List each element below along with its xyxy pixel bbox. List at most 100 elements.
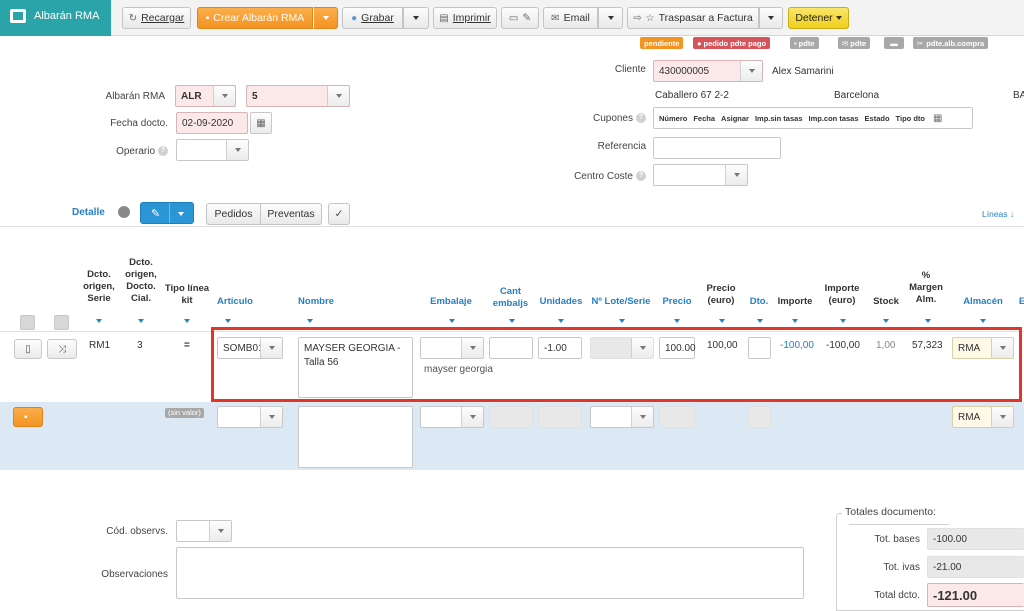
table-icon[interactable]: ▦ bbox=[933, 113, 942, 124]
help-icon[interactable]: ? bbox=[158, 146, 168, 157]
header-lote[interactable]: Nº Lote/Serie bbox=[588, 296, 654, 308]
app-tab[interactable]: Albarán RMA bbox=[0, 0, 111, 36]
sort-arrow-icon[interactable] bbox=[96, 319, 102, 323]
header-margen[interactable]: % Margen Alm. bbox=[905, 270, 947, 306]
confirm-button[interactable]: ✓ bbox=[328, 203, 350, 225]
articulo-dropdown[interactable] bbox=[260, 407, 282, 427]
calendar-button[interactable]: ▦ bbox=[250, 112, 272, 134]
select-all-checkbox[interactable] bbox=[20, 315, 35, 330]
operario-dropdown[interactable] bbox=[226, 140, 248, 160]
almacen-dropdown[interactable] bbox=[991, 407, 1013, 427]
centro-coste-select[interactable] bbox=[653, 164, 748, 186]
new-lote-select[interactable] bbox=[590, 406, 654, 428]
header-articulo[interactable]: Artículo bbox=[213, 296, 257, 308]
lote-dropdown[interactable] bbox=[631, 407, 653, 427]
header-embalaje[interactable]: Embalaje bbox=[425, 296, 477, 308]
mail-icon: ✉ bbox=[842, 38, 849, 48]
header-cant-embalajes[interactable]: Cant embaljs bbox=[488, 286, 533, 310]
email-dropdown-button[interactable] bbox=[598, 7, 623, 29]
edit-button-group[interactable]: ✎ bbox=[140, 202, 194, 224]
email-label: Email bbox=[563, 12, 590, 24]
new-embalaje-select[interactable] bbox=[420, 406, 484, 428]
fecha-input[interactable]: 02-09-2020 bbox=[176, 112, 248, 134]
header-importe-euro[interactable]: Importe (euro) bbox=[820, 283, 864, 307]
row-transfer-button[interactable]: ⤨ bbox=[47, 339, 77, 359]
sort-arrow-icon[interactable] bbox=[184, 319, 190, 323]
header-tipo-linea[interactable]: Tipo línea kit bbox=[163, 283, 211, 307]
save-dropdown-button[interactable] bbox=[403, 7, 429, 29]
cupones-table[interactable]: Número Fecha Asignar Imp.sin tasas Imp.c… bbox=[653, 107, 973, 129]
chevron-down-icon[interactable] bbox=[178, 212, 184, 216]
new-articulo-select[interactable] bbox=[217, 406, 283, 428]
sort-arrow-icon[interactable] bbox=[509, 319, 515, 323]
print-button[interactable]: ▤ Imprimir bbox=[433, 7, 497, 29]
create-dropdown-button[interactable] bbox=[313, 7, 338, 29]
transfer-invoice-button[interactable]: ⇨ ☆ Traspasar a Factura bbox=[627, 7, 759, 29]
row-document-button[interactable]: ▯ bbox=[14, 339, 42, 359]
cliente-select[interactable]: 430000005 bbox=[653, 60, 763, 82]
sort-arrow-icon[interactable] bbox=[619, 319, 625, 323]
transfer-dropdown-button[interactable] bbox=[759, 7, 783, 29]
serie-dropdown[interactable] bbox=[213, 86, 235, 106]
pedidos-button[interactable]: Pedidos bbox=[206, 203, 261, 225]
header-stock[interactable]: Stock bbox=[869, 296, 903, 308]
sort-arrow-icon[interactable] bbox=[792, 319, 798, 323]
referencia-input[interactable] bbox=[653, 137, 781, 159]
header-dcto-serie[interactable]: Dcto. origen, Serie bbox=[82, 269, 116, 305]
select-all-checkbox-2[interactable] bbox=[54, 315, 69, 330]
sort-arrow-icon[interactable] bbox=[925, 319, 931, 323]
cliente-dropdown[interactable] bbox=[740, 61, 762, 81]
preventas-button[interactable]: Preventas bbox=[260, 203, 322, 225]
serie-select[interactable]: ALR bbox=[175, 85, 236, 107]
header-precio[interactable]: Precio bbox=[659, 296, 695, 308]
reload-button[interactable]: ↻ Recargar bbox=[122, 7, 191, 29]
numero-select[interactable]: 5 bbox=[246, 85, 350, 107]
tab-detalle[interactable]: Detalle bbox=[72, 207, 105, 218]
cupones-col-tipo-dto: Tipo dto bbox=[895, 113, 925, 123]
header-importe[interactable]: Importe bbox=[775, 296, 815, 308]
save-button[interactable]: ● Grabar bbox=[342, 7, 403, 29]
email-button[interactable]: ✉ Email bbox=[543, 7, 598, 29]
sort-arrow-icon[interactable] bbox=[883, 319, 889, 323]
cod-observs-select[interactable] bbox=[176, 520, 232, 542]
header-nombre[interactable]: Nombre bbox=[290, 296, 342, 308]
transfer-label: Traspasar a Factura bbox=[658, 12, 753, 24]
observaciones-textarea[interactable] bbox=[176, 547, 804, 599]
numero-dropdown[interactable] bbox=[327, 86, 349, 106]
new-precio-input[interactable] bbox=[659, 406, 695, 428]
sort-arrow-icon[interactable] bbox=[225, 319, 231, 323]
print-edit-button[interactable]: ▭ ✎ bbox=[501, 7, 539, 29]
sort-arrow-icon[interactable] bbox=[307, 319, 313, 323]
arrow-right-icon: ⇨ bbox=[633, 12, 642, 24]
embalaje-dropdown[interactable] bbox=[461, 407, 483, 427]
new-dto-input[interactable] bbox=[748, 406, 771, 428]
lineas-link[interactable]: Líneas ↓ bbox=[982, 209, 1014, 219]
print-icon: ▤ bbox=[439, 12, 449, 24]
new-row-add-button[interactable]: ▪ bbox=[13, 407, 43, 427]
sort-arrow-icon[interactable] bbox=[138, 319, 144, 323]
sort-arrow-icon[interactable] bbox=[757, 319, 763, 323]
operario-select[interactable] bbox=[176, 139, 249, 161]
create-albaran-button[interactable]: ▪ Crear Albarán RMA bbox=[197, 7, 313, 29]
help-icon[interactable]: ? bbox=[636, 113, 646, 124]
new-almacen-select[interactable]: RMA bbox=[952, 406, 1014, 428]
help-icon[interactable]: ? bbox=[636, 171, 646, 182]
header-precio-euro[interactable]: Precio (euro) bbox=[700, 283, 742, 307]
sort-arrow-icon[interactable] bbox=[980, 319, 986, 323]
new-cant-input[interactable] bbox=[489, 406, 533, 428]
stop-button[interactable]: Detener bbox=[788, 7, 849, 29]
sort-arrow-icon[interactable] bbox=[674, 319, 680, 323]
sort-arrow-icon[interactable] bbox=[719, 319, 725, 323]
header-unidades[interactable]: Unidades bbox=[538, 296, 584, 308]
header-almacen[interactable]: Almacén bbox=[955, 296, 1011, 308]
new-unidades-input[interactable] bbox=[538, 406, 582, 428]
new-nombre-textarea[interactable] bbox=[298, 406, 413, 468]
header-dcto-cial[interactable]: Dcto. origen, Docto. Cial. bbox=[121, 257, 161, 305]
sort-arrow-icon[interactable] bbox=[558, 319, 564, 323]
sort-arrow-icon[interactable] bbox=[840, 319, 846, 323]
header-dto[interactable]: Dto. bbox=[745, 296, 773, 308]
download-icon[interactable] bbox=[118, 206, 130, 218]
centro-dropdown[interactable] bbox=[725, 165, 747, 185]
cod-observs-dropdown[interactable] bbox=[209, 521, 231, 541]
sort-arrow-icon[interactable] bbox=[449, 319, 455, 323]
